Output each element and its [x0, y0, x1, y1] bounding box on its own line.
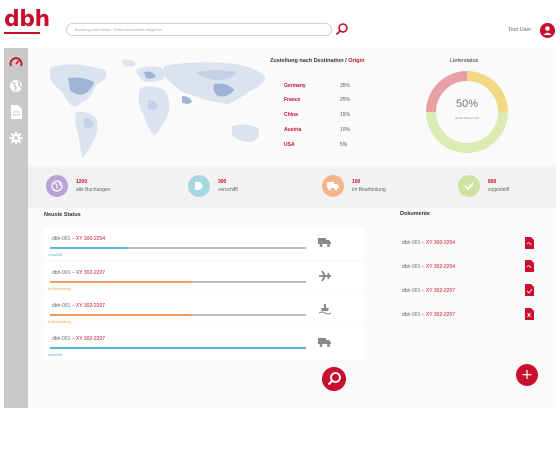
logo-underline	[4, 32, 40, 34]
destination-row: USA 5%	[284, 142, 347, 148]
status-progress-track	[50, 247, 306, 249]
destination-pct: 25%	[340, 97, 351, 103]
pdf-file-icon[interactable]	[524, 237, 534, 249]
destination-row: Austria 10%	[284, 127, 350, 133]
status-progress-fill	[50, 347, 306, 349]
speedometer-icon[interactable]	[8, 54, 24, 70]
pdf-file-icon[interactable]	[524, 260, 534, 272]
excel-file-icon[interactable]	[524, 308, 534, 320]
document-item[interactable]: dbh-001 – XY 302-2204	[402, 264, 455, 270]
status-id: dbh-001 – XY 302-2207	[52, 336, 105, 342]
document-ref: XY 302-2207	[425, 288, 456, 294]
destination-country: Germany	[284, 83, 306, 89]
destination-pct: 10%	[340, 127, 351, 133]
sidebar	[4, 48, 28, 408]
status-card[interactable]: dbh-001 – XY 300-2254 verschifft	[44, 228, 364, 260]
stat-label: im Bearbeitung	[352, 187, 386, 193]
status-title: Neuste Status	[44, 212, 81, 218]
gear-icon[interactable]	[8, 130, 24, 146]
status-id-prefix: dbh-001 –	[52, 270, 76, 276]
search-icon[interactable]	[335, 22, 349, 36]
destination-pct: 5%	[340, 142, 348, 148]
status-progress-fill	[50, 281, 191, 283]
status-id-prefix: dbh-001 –	[52, 336, 76, 342]
truck-icon	[318, 338, 331, 347]
document-item[interactable]: dbh-001 – XY 302-2207	[402, 288, 455, 294]
stat-number: 1200	[76, 179, 88, 185]
status-label: In Bearbeitung	[48, 320, 71, 324]
lieferstatus-value: 50%	[455, 98, 479, 110]
arrow-icon	[188, 175, 210, 197]
origin-link[interactable]: Origin	[348, 58, 364, 64]
status-id: dbh-001 – XY 302-2207	[52, 303, 105, 309]
destination-title-text: Zustellung nach Destination /	[270, 58, 347, 64]
document-item[interactable]: dbh-001 – XY 302-2207	[402, 312, 455, 318]
stat-label: verschifft	[218, 187, 238, 193]
check-icon	[458, 175, 480, 197]
status-id: dbh-001 – XY 302-2207	[52, 270, 105, 276]
document-ref: XY 300-2254	[425, 240, 456, 246]
document-id-prefix: dbh-001 –	[402, 264, 426, 270]
status-card[interactable]: dbh-001 – XY 302-2207 verschifft	[44, 328, 364, 360]
destination-country: USA	[284, 142, 295, 148]
document-item[interactable]: dbh-001 – XY 300-2254	[402, 240, 455, 246]
status-progress-fill	[50, 247, 127, 249]
document-ref: XY 302-2207	[425, 312, 456, 318]
status-id-prefix: dbh-001 –	[52, 236, 76, 242]
documents-title: Dokumente	[400, 211, 430, 217]
lieferstatus-donut[interactable]	[424, 69, 510, 155]
user-name[interactable]: Test User	[508, 27, 531, 33]
destination-title: Zustellung nach Destination / Origin	[270, 58, 364, 64]
status-id-prefix: dbh-001 –	[52, 303, 76, 309]
status-id: dbh-001 – XY 300-2254	[52, 236, 105, 242]
destination-country: China	[284, 112, 298, 118]
status-ref: XY 302-2207	[75, 270, 106, 276]
status-ref: XY 302-2207	[75, 303, 106, 309]
destination-pct: 15%	[340, 112, 351, 118]
document-id-prefix: dbh-001 –	[402, 288, 426, 294]
signed-file-icon[interactable]	[524, 284, 534, 296]
plane-icon	[319, 270, 331, 282]
destination-pct: 35%	[340, 83, 351, 89]
globe-icon[interactable]	[8, 78, 24, 94]
overview-panel: Zustellung nach Destination / Origin Ger…	[28, 48, 556, 166]
destination-row: France 25%	[284, 97, 350, 103]
search-input[interactable]: Buchung oder Ware / Referenznummer einge…	[66, 23, 332, 36]
document-id-prefix: dbh-001 –	[402, 312, 426, 318]
document-icon[interactable]	[8, 104, 24, 120]
status-progress-track	[50, 281, 306, 283]
search-fab-button[interactable]	[322, 367, 346, 391]
status-card[interactable]: dbh-001 – XY 302-2207 In Bearbeitung	[44, 295, 364, 327]
truck-icon	[318, 238, 331, 247]
stat-label: zugestellt	[488, 187, 510, 193]
destination-row: China 15%	[284, 112, 350, 118]
status-label: verschifft	[48, 353, 62, 357]
stat-number: 300	[218, 179, 227, 185]
document-ref: XY 302-2204	[425, 264, 456, 270]
stat-label: alle Buchungen	[76, 187, 111, 193]
status-ref: XY 300-2254	[75, 236, 106, 242]
destination-country: France	[284, 97, 301, 103]
world-map[interactable]	[36, 56, 284, 166]
status-label: In Bearbeitung	[48, 287, 71, 291]
status-label: verschifft	[48, 253, 62, 257]
status-ref: XY 302-2207	[75, 336, 106, 342]
lieferstatus-title: Lieferstatus	[450, 58, 479, 64]
truck-icon	[322, 175, 344, 197]
destination-row: Germany 35%	[284, 83, 350, 89]
ship-icon	[318, 304, 332, 315]
lieferstatus-subtitle: letzter Steve Lock	[455, 116, 479, 120]
dbh-logo[interactable]: dbh	[4, 7, 50, 32]
status-card[interactable]: dbh-001 – XY 302-2207 In Bearbeitung	[44, 262, 364, 294]
stat-number: 100	[352, 179, 361, 185]
user-avatar-icon[interactable]	[540, 23, 555, 38]
status-progress-track	[50, 314, 306, 316]
add-button[interactable]: +	[516, 364, 538, 386]
globe-icon	[46, 175, 68, 197]
stat-number: 800	[488, 179, 497, 185]
status-progress-track	[50, 347, 306, 349]
document-id-prefix: dbh-001 –	[402, 240, 426, 246]
destination-country: Austria	[284, 127, 302, 133]
status-progress-fill	[50, 314, 191, 316]
